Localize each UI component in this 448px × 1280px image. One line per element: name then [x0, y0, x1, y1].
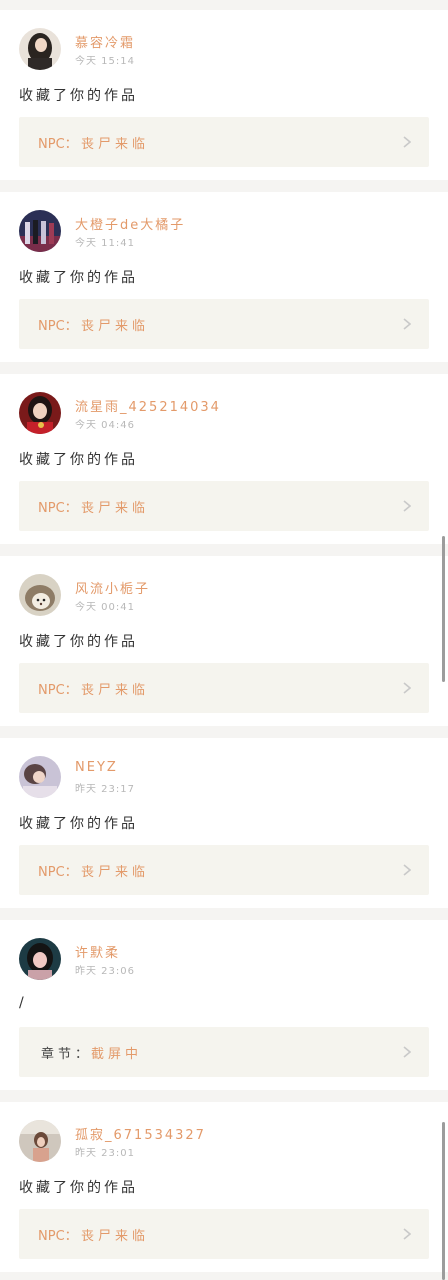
- username[interactable]: 慕容冷霜: [75, 32, 135, 51]
- chevron-right-icon: [403, 1046, 411, 1058]
- work-link[interactable]: NPC： 丧尸来临: [19, 299, 429, 349]
- notification-card: 孤寂_671534327 昨天 23:01 收藏了你的作品 NPC： 丧尸来临: [0, 1102, 448, 1272]
- notification-feed: 慕容冷霜 今天 15:14 收藏了你的作品 NPC： 丧尸来临 大橙子de大橘子…: [0, 0, 448, 1280]
- timestamp: 今天 15:14: [75, 56, 135, 67]
- action-text: 收藏了你的作品: [19, 270, 138, 286]
- work-title: 丧尸来临: [81, 1229, 150, 1244]
- work-prefix: NPC：: [38, 501, 78, 516]
- work-link[interactable]: NPC： 丧尸来临: [19, 481, 429, 531]
- avatar-group-photo-icon: [19, 210, 61, 252]
- notification-card: 许默柔 昨天 23:06 / 章节： 截屏中: [0, 920, 448, 1090]
- avatar-girl-street-icon: [19, 1120, 61, 1162]
- work-link[interactable]: NPC： 丧尸来临: [19, 663, 429, 713]
- timestamp: 昨天 23:01: [75, 1148, 135, 1159]
- work-title: 丧尸来临: [81, 319, 150, 334]
- chevron-right-icon: [403, 1228, 411, 1240]
- action-text: 收藏了你的作品: [19, 816, 138, 832]
- notification-card: 慕容冷霜 今天 15:14 收藏了你的作品 NPC： 丧尸来临: [0, 10, 448, 180]
- avatar[interactable]: [19, 574, 61, 616]
- timestamp: 今天 04:46: [75, 420, 135, 431]
- username[interactable]: 孤寂_671534327: [75, 1124, 206, 1143]
- work-prefix: NPC：: [38, 1229, 78, 1244]
- username[interactable]: 许默柔: [75, 942, 120, 961]
- avatar[interactable]: [19, 28, 61, 70]
- work-title: 截屏中: [91, 1047, 143, 1062]
- work-title: 丧尸来临: [81, 865, 150, 880]
- chevron-right-icon: [403, 500, 411, 512]
- work-link[interactable]: NPC： 丧尸来临: [19, 117, 429, 167]
- notification-card: 流星雨_425214034 今天 04:46 收藏了你的作品 NPC： 丧尸来临: [0, 374, 448, 544]
- timestamp: 今天 11:41: [75, 238, 135, 249]
- chevron-right-icon: [403, 864, 411, 876]
- action-text: 收藏了你的作品: [19, 634, 138, 650]
- action-text: /: [19, 995, 27, 1011]
- username[interactable]: 流星雨_425214034: [75, 396, 221, 415]
- avatar[interactable]: [19, 210, 61, 252]
- avatar-girl-dark-hair-icon: [19, 28, 61, 70]
- avatar[interactable]: [19, 1120, 61, 1162]
- work-link[interactable]: NPC： 丧尸来临: [19, 845, 429, 895]
- work-link[interactable]: 章节： 截屏中: [19, 1027, 429, 1077]
- avatar-girl-red-icon: [19, 392, 61, 434]
- avatar[interactable]: [19, 938, 61, 980]
- timestamp: 今天 00:41: [75, 602, 135, 613]
- avatar-hedgehog-icon: [19, 574, 61, 616]
- timestamp: 昨天 23:17: [75, 784, 135, 795]
- timestamp: 昨天 23:06: [75, 966, 135, 977]
- scrollbar[interactable]: [442, 536, 445, 682]
- work-prefix: NPC：: [38, 683, 78, 698]
- action-text: 收藏了你的作品: [19, 88, 138, 104]
- work-link[interactable]: NPC： 丧尸来临: [19, 1209, 429, 1259]
- username[interactable]: 风流小栀子: [75, 578, 150, 597]
- work-title: 丧尸来临: [81, 683, 150, 698]
- notification-card: 大橙子de大橘子 今天 11:41 收藏了你的作品 NPC： 丧尸来临: [0, 192, 448, 362]
- action-text: 收藏了你的作品: [19, 452, 138, 468]
- avatar-girl-dark-icon: [19, 938, 61, 980]
- chevron-right-icon: [403, 136, 411, 148]
- scrollbar-secondary[interactable]: [442, 1122, 445, 1280]
- chevron-right-icon: [403, 318, 411, 330]
- avatar-girl-lying-icon: [19, 756, 61, 798]
- notification-card: 风流小栀子 今天 00:41 收藏了你的作品 NPC： 丧尸来临: [0, 556, 448, 726]
- work-prefix: NPC：: [38, 865, 78, 880]
- username[interactable]: NEYZ: [75, 760, 118, 775]
- notification-card: NEYZ 昨天 23:17 收藏了你的作品 NPC： 丧尸来临: [0, 738, 448, 908]
- work-title: 丧尸来临: [81, 501, 150, 516]
- avatar[interactable]: [19, 392, 61, 434]
- work-prefix: NPC：: [38, 319, 78, 334]
- work-title: 丧尸来临: [81, 137, 150, 152]
- chevron-right-icon: [403, 682, 411, 694]
- action-text: 收藏了你的作品: [19, 1180, 138, 1196]
- work-prefix: 章节：: [41, 1047, 93, 1062]
- work-prefix: NPC：: [38, 137, 78, 152]
- avatar[interactable]: [19, 756, 61, 798]
- username[interactable]: 大橙子de大橘子: [75, 214, 185, 233]
